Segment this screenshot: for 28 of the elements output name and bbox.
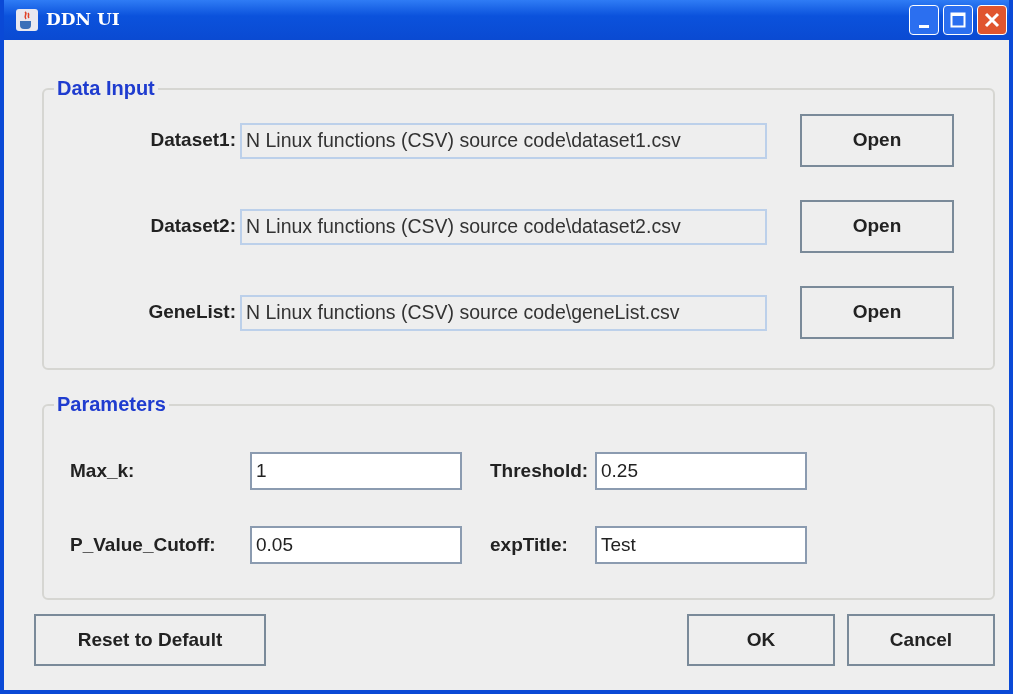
- close-button[interactable]: [977, 5, 1007, 35]
- minimize-icon: [919, 24, 929, 28]
- field-label: expTitle:: [490, 532, 569, 557]
- field-label: Dataset1:: [149, 128, 236, 153]
- file-path-field[interactable]: N Linux functions (CSV) source code\geneList.csv: [240, 294, 767, 331]
- cancel-button[interactable]: Cancel: [847, 614, 995, 666]
- text-field[interactable]: 0.25: [595, 452, 807, 490]
- file-path-field[interactable]: N Linux functions (CSV) source code\dataset2.csv: [240, 208, 767, 245]
- open-button[interactable]: Open: [800, 286, 954, 339]
- field-label: P_Value_Cutoff:: [70, 532, 217, 557]
- text-field[interactable]: Test: [595, 526, 807, 564]
- reset-button[interactable]: Reset to Default: [34, 614, 266, 666]
- field-label: GeneList:: [147, 300, 236, 325]
- field-label: Max_k:: [70, 458, 136, 483]
- coffee-cup-icon: [16, 9, 38, 31]
- close-icon: [984, 12, 1000, 28]
- field-label: Dataset2:: [149, 214, 236, 239]
- open-button[interactable]: Open: [800, 114, 954, 167]
- text-field[interactable]: 0.05: [250, 526, 462, 564]
- file-path-field[interactable]: N Linux functions (CSV) source code\dataset1.csv: [240, 122, 767, 159]
- open-button[interactable]: Open: [800, 200, 954, 253]
- ok-button[interactable]: OK: [687, 614, 835, 666]
- field-label: Threshold:: [490, 458, 590, 483]
- minimize-button[interactable]: [909, 5, 939, 35]
- window-title: DDN UI: [46, 8, 120, 32]
- text-field[interactable]: 1: [250, 452, 462, 490]
- maximize-button[interactable]: [943, 5, 973, 35]
- maximize-icon: [950, 12, 966, 28]
